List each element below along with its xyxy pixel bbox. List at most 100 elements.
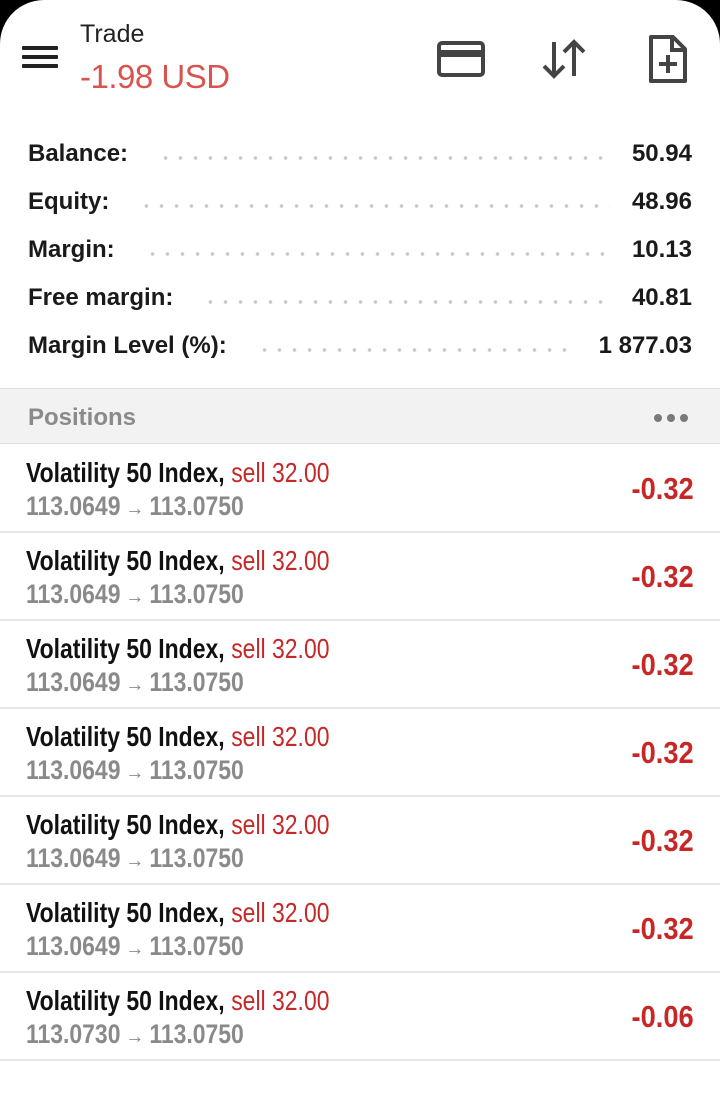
top-bar: Trade -1.98 USD	[0, 0, 720, 120]
current-price: 113.0750	[149, 843, 244, 873]
separator: ,	[218, 721, 225, 752]
position-side-volume: sell 32.00	[231, 545, 330, 576]
position-side-volume: sell 32.00	[231, 985, 330, 1016]
open-price: 113.0649	[26, 579, 121, 609]
current-price: 113.0750	[149, 667, 244, 697]
position-side-volume: sell 32.00	[231, 809, 330, 840]
position-prices: 113.0649 → 113.0750	[26, 755, 244, 786]
position-prices: 113.0649 → 113.0750	[26, 579, 244, 610]
position-prices: 113.0649 → 113.0750	[26, 843, 244, 874]
position-title: Volatility 50 Index, sell 32.00	[26, 545, 329, 577]
position-profit: -0.32	[631, 911, 694, 946]
dotted-leader	[139, 204, 610, 208]
position-row[interactable]: Volatility 50 Index, sell 32.00 113.0649 →…	[0, 709, 720, 797]
position-side-volume: sell 32.00	[231, 457, 330, 488]
summary-value: 10.13	[631, 236, 692, 263]
separator: ,	[218, 457, 225, 488]
position-profit: -0.06	[631, 999, 694, 1034]
positions-title: Positions	[28, 404, 137, 431]
summary-row-margin-level: Margin Level (%): 1 877.03	[0, 322, 720, 370]
position-symbol: Volatility 50 Index	[26, 809, 219, 840]
position-row[interactable]: Volatility 50 Index, sell 32.00 113.0649 →…	[0, 885, 720, 973]
position-row[interactable]: Volatility 50 Index, sell 32.00 113.0649 →…	[0, 797, 720, 885]
positions-section-header: Positions	[0, 388, 720, 444]
summary-label: Margin:	[28, 236, 115, 263]
summary-value: 50.94	[631, 140, 692, 167]
summary-row-free-margin: Free margin: 40.81	[0, 274, 720, 322]
separator: ,	[218, 633, 225, 664]
summary-label: Balance:	[28, 140, 129, 167]
right-arrow-icon: →	[125, 583, 145, 608]
position-row[interactable]: Volatility 50 Index, sell 32.00 113.0649 →…	[0, 445, 720, 533]
position-profit: -0.32	[631, 735, 694, 770]
page-title: Trade	[80, 20, 145, 48]
position-row[interactable]: Volatility 50 Index, sell 32.00 113.0730 →…	[0, 973, 720, 1061]
position-prices: 113.0649 → 113.0750	[26, 667, 244, 698]
position-symbol: Volatility 50 Index	[26, 897, 219, 928]
position-profit: -0.32	[631, 559, 694, 594]
summary-value: 1 877.03	[598, 332, 692, 359]
current-price: 113.0750	[149, 491, 244, 521]
position-symbol: Volatility 50 Index	[26, 633, 219, 664]
dotted-leader	[256, 348, 577, 352]
dotted-leader	[203, 300, 610, 304]
account-summary: Balance: 50.94 Equity: 48.96 Margin: 10.…	[0, 130, 720, 370]
right-arrow-icon: →	[125, 495, 145, 520]
current-price: 113.0750	[149, 579, 244, 609]
position-prices: 113.0730 → 113.0750	[26, 1019, 244, 1050]
right-arrow-icon: →	[125, 759, 145, 784]
right-arrow-icon: →	[125, 935, 145, 960]
position-side-volume: sell 32.00	[231, 721, 330, 752]
position-title: Volatility 50 Index, sell 32.00	[26, 809, 329, 841]
open-price: 113.0649	[26, 931, 121, 961]
separator: ,	[218, 897, 225, 928]
new-order-icon[interactable]	[643, 34, 693, 84]
position-symbol: Volatility 50 Index	[26, 545, 219, 576]
position-row[interactable]: Volatility 50 Index, sell 32.00 113.0649 →…	[0, 533, 720, 621]
position-prices: 113.0649 → 113.0750	[26, 931, 244, 962]
menu-icon[interactable]	[22, 44, 58, 72]
summary-label: Equity:	[28, 188, 110, 215]
open-price: 113.0649	[26, 667, 121, 697]
current-price: 113.0750	[149, 931, 244, 961]
summary-row-balance: Balance: 50.94	[0, 130, 720, 178]
position-title: Volatility 50 Index, sell 32.00	[26, 721, 329, 753]
summary-label: Free margin:	[28, 284, 174, 311]
right-arrow-icon: →	[125, 847, 145, 872]
position-prices: 113.0649 → 113.0750	[26, 491, 244, 522]
summary-value: 48.96	[631, 188, 692, 215]
open-price: 113.0649	[26, 755, 121, 785]
position-symbol: Volatility 50 Index	[26, 457, 219, 488]
current-price: 113.0750	[149, 1019, 244, 1049]
summary-label: Margin Level (%):	[28, 332, 227, 359]
sort-arrows-icon[interactable]	[539, 34, 589, 84]
position-title: Volatility 50 Index, sell 32.00	[26, 897, 329, 929]
total-profit: -1.98 USD	[80, 58, 230, 95]
dotted-leader	[158, 156, 610, 160]
separator: ,	[218, 985, 225, 1016]
separator: ,	[218, 809, 225, 840]
position-row[interactable]: Volatility 50 Index, sell 32.00 113.0649 →…	[0, 621, 720, 709]
open-price: 113.0649	[26, 843, 121, 873]
open-price: 113.0730	[26, 1019, 121, 1049]
current-price: 113.0750	[149, 755, 244, 785]
position-side-volume: sell 32.00	[231, 897, 330, 928]
summary-row-margin: Margin: 10.13	[0, 226, 720, 274]
right-arrow-icon: →	[125, 671, 145, 696]
position-symbol: Volatility 50 Index	[26, 985, 219, 1016]
dotted-leader	[144, 252, 610, 256]
positions-list: Volatility 50 Index, sell 32.00 113.0649 →…	[0, 445, 720, 1061]
more-options-icon[interactable]	[654, 407, 690, 427]
summary-row-equity: Equity: 48.96	[0, 178, 720, 226]
position-side-volume: sell 32.00	[231, 633, 330, 664]
summary-value: 40.81	[631, 284, 692, 311]
trade-screen: Trade -1.98 USD Balance: 50.94 Equity: 4…	[0, 0, 720, 1101]
position-profit: -0.32	[631, 471, 694, 506]
position-symbol: Volatility 50 Index	[26, 721, 219, 752]
position-profit: -0.32	[631, 823, 694, 858]
right-arrow-icon: →	[125, 1023, 145, 1048]
position-title: Volatility 50 Index, sell 32.00	[26, 985, 329, 1017]
open-price: 113.0649	[26, 491, 121, 521]
position-title: Volatility 50 Index, sell 32.00	[26, 633, 329, 665]
card-icon[interactable]	[436, 34, 486, 84]
